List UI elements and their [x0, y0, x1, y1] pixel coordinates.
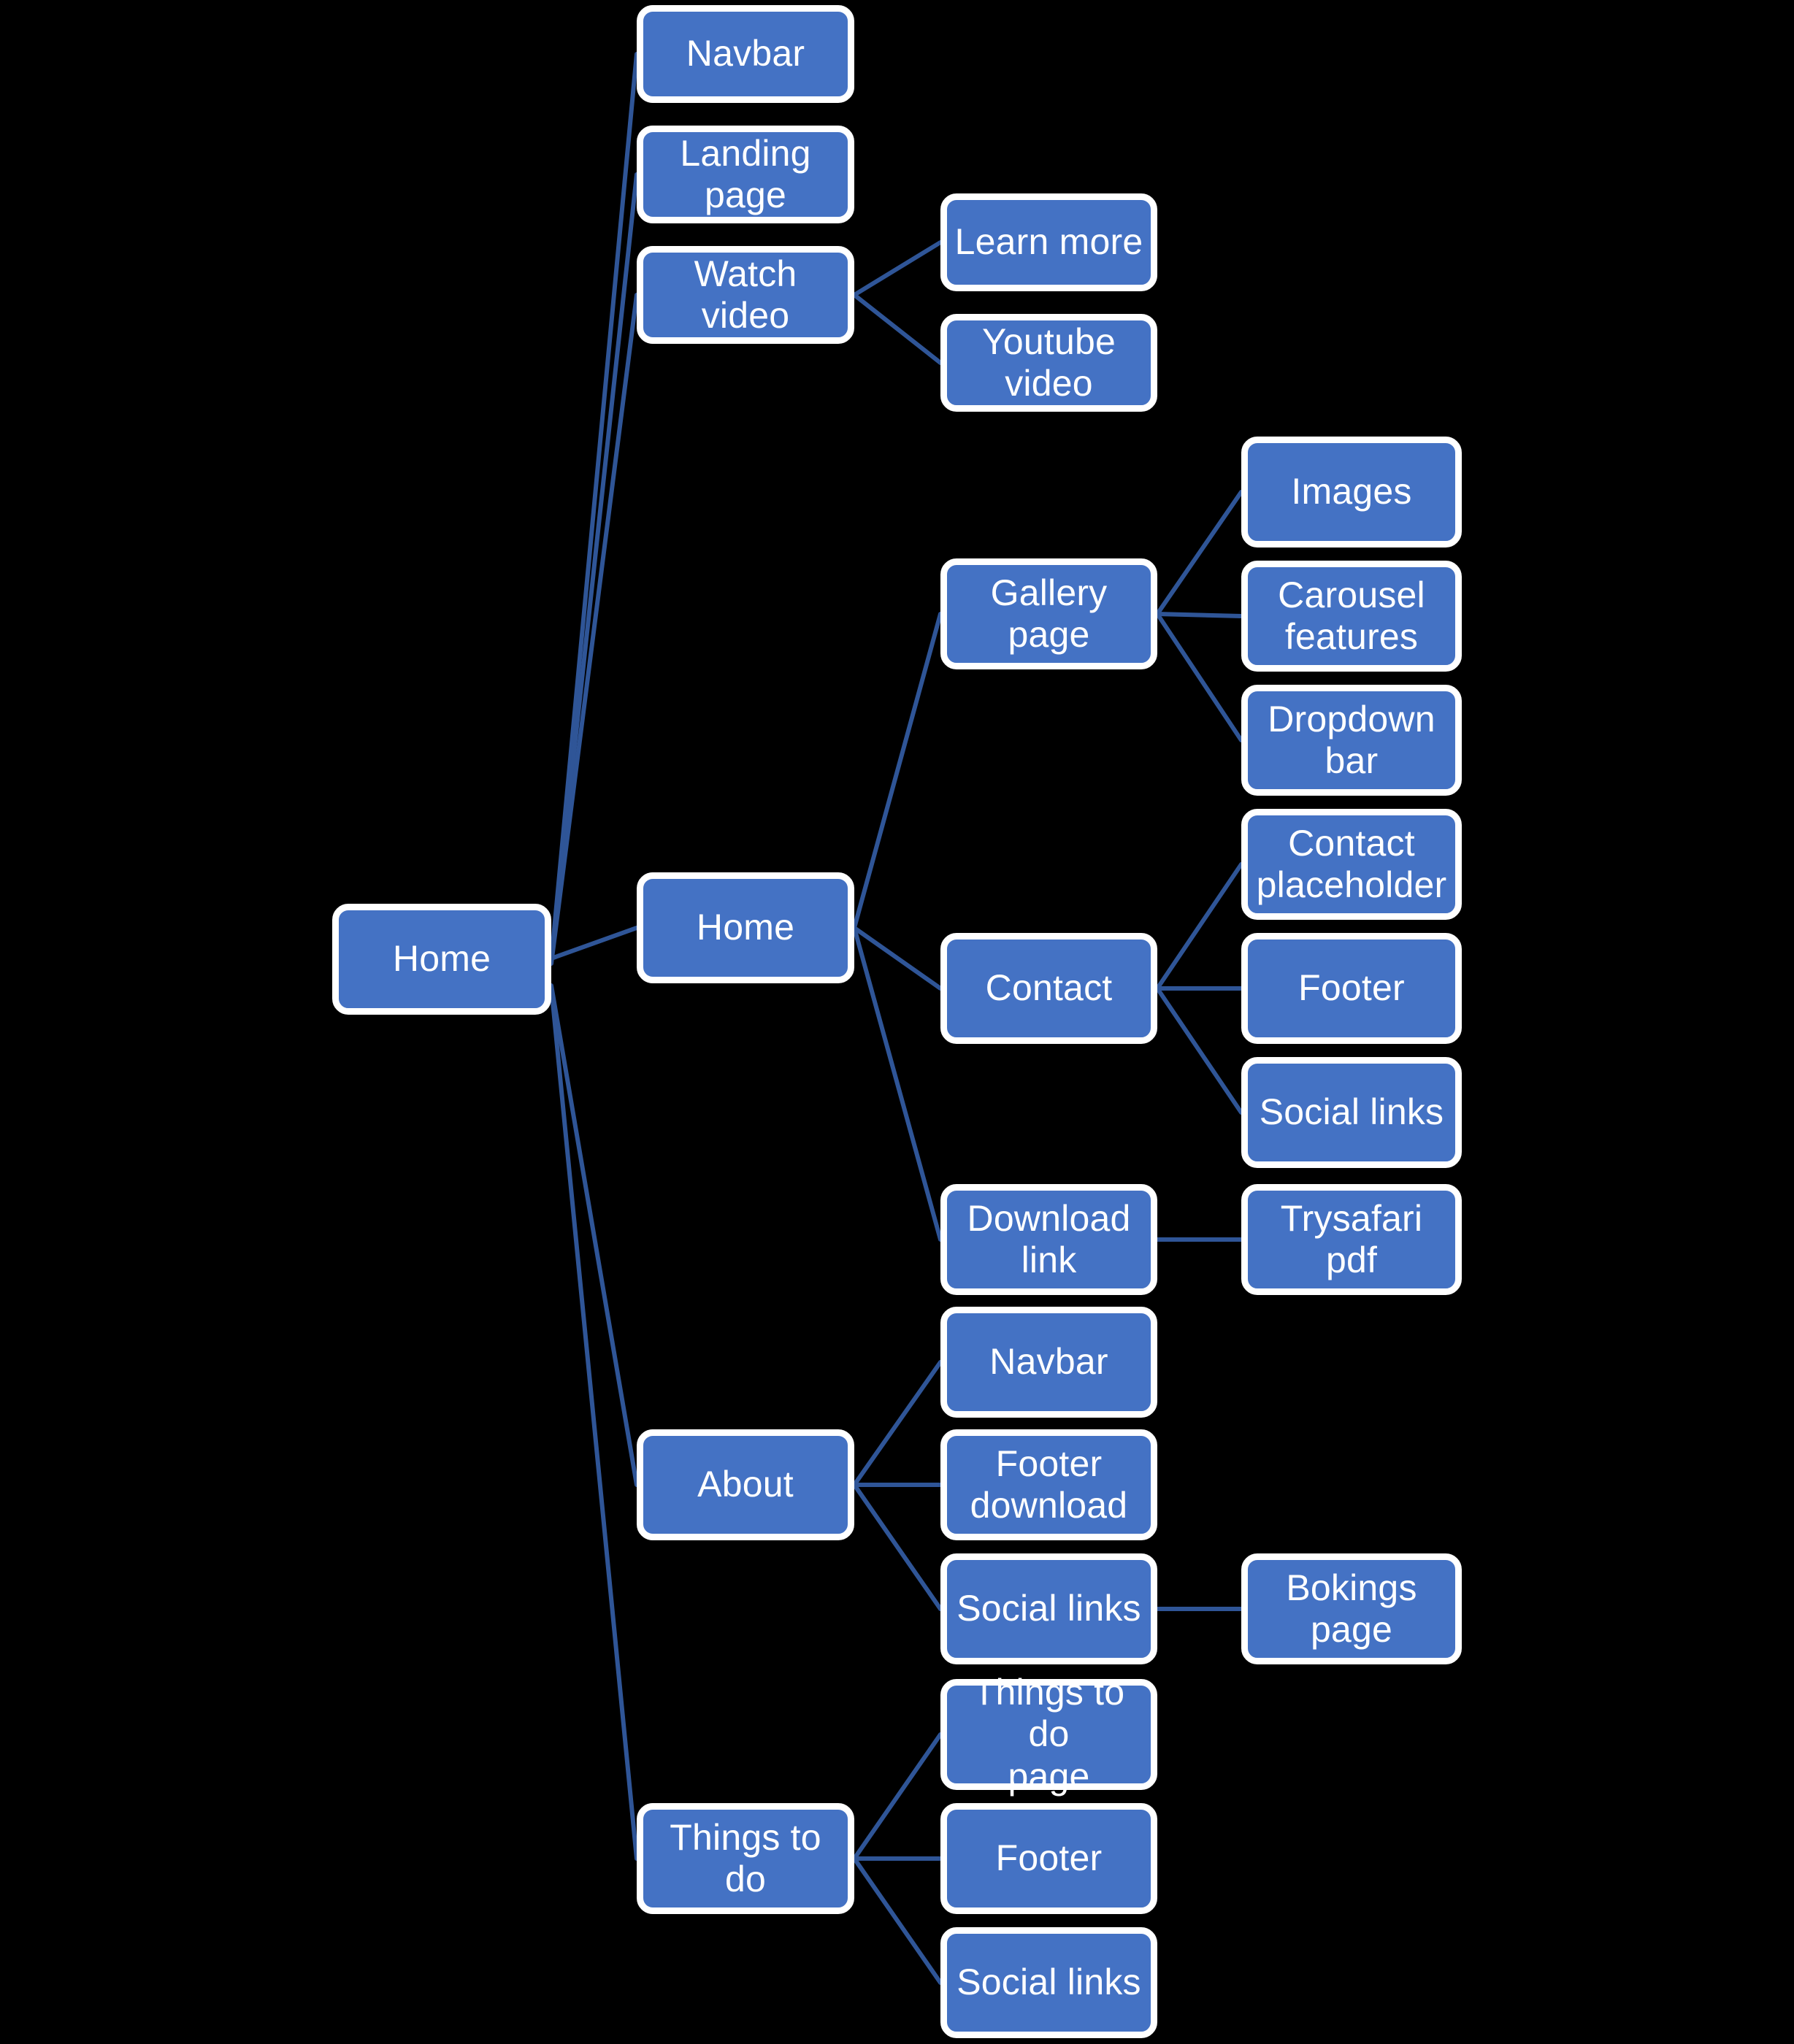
connector-layer — [549, 52, 1243, 1985]
edge-gallery-page-to-carousel-features — [1155, 612, 1243, 618]
node-things-to-do-page[interactable]: Things to do page — [940, 1672, 1157, 1797]
node-download-link[interactable]: Download link — [940, 1184, 1157, 1295]
edge-root-home-to-things-to-do — [549, 985, 639, 1861]
node-images[interactable]: Images — [1241, 437, 1462, 548]
node-about[interactable]: About — [637, 1429, 854, 1540]
node-social-links-contact[interactable]: Social links — [1241, 1057, 1462, 1168]
edge-things-to-do-to-social-links-things — [852, 1856, 943, 1985]
node-trysafari-pdf[interactable]: Trysafari pdf — [1241, 1184, 1462, 1295]
edge-gallery-page-to-images — [1155, 490, 1243, 616]
node-watch-video[interactable]: Watch video — [637, 246, 854, 344]
edge-gallery-page-to-dropdown-bar — [1155, 612, 1243, 742]
edge-about-to-navbar-about — [852, 1360, 943, 1487]
edge-watch-video-to-youtube-video — [852, 293, 943, 365]
node-youtube-video[interactable]: Youtube video — [940, 314, 1157, 412]
edge-contact-to-contact-placeholder — [1155, 862, 1243, 991]
node-social-links-things[interactable]: Social links — [940, 1927, 1157, 2038]
edge-root-home-to-watch-video — [549, 293, 639, 966]
edge-home-level2-to-contact — [852, 926, 943, 991]
edge-about-to-social-links-about — [852, 1483, 943, 1611]
edge-root-home-to-home-level2 — [549, 926, 639, 961]
edge-root-home-to-landing-page — [549, 172, 639, 964]
node-social-links-about[interactable]: Social links — [940, 1553, 1157, 1664]
node-contact[interactable]: Contact — [940, 933, 1157, 1044]
node-footer-contact[interactable]: Footer — [1241, 933, 1462, 1044]
edge-home-level2-to-gallery-page — [852, 612, 943, 930]
node-landing-page[interactable]: Landing page — [637, 126, 854, 223]
node-learn-more[interactable]: Learn more — [940, 193, 1157, 291]
edge-contact-to-social-links-contact — [1155, 986, 1243, 1115]
node-contact-placeholder[interactable]: Contact placeholder — [1241, 809, 1462, 920]
edge-things-to-do-to-things-to-do-page — [852, 1732, 943, 1861]
node-footer-download[interactable]: Footer download — [940, 1429, 1157, 1540]
node-navbar-about[interactable]: Navbar — [940, 1307, 1157, 1418]
node-dropdown-bar[interactable]: Dropdown bar — [1241, 685, 1462, 796]
edge-watch-video-to-learn-more — [852, 240, 943, 297]
sitemap-diagram-canvas: Home Navbar Landing page Watch video Learn m… — [0, 0, 1794, 2044]
node-footer-things[interactable]: Footer — [940, 1803, 1157, 1914]
node-carousel-features[interactable]: Carousel features — [1241, 561, 1462, 672]
edge-home-level2-to-download-link — [852, 926, 943, 1242]
node-things-to-do[interactable]: Things to do — [637, 1803, 854, 1914]
edge-root-home-to-about — [549, 983, 639, 1487]
edge-root-home-to-navbar-top — [549, 52, 639, 963]
node-root-home[interactable]: Home — [332, 904, 551, 1015]
node-navbar-top[interactable]: Navbar — [637, 5, 854, 103]
node-gallery-page[interactable]: Gallery page — [940, 558, 1157, 669]
node-home-level2[interactable]: Home — [637, 872, 854, 983]
node-bokings-page[interactable]: Bokings page — [1241, 1553, 1462, 1664]
